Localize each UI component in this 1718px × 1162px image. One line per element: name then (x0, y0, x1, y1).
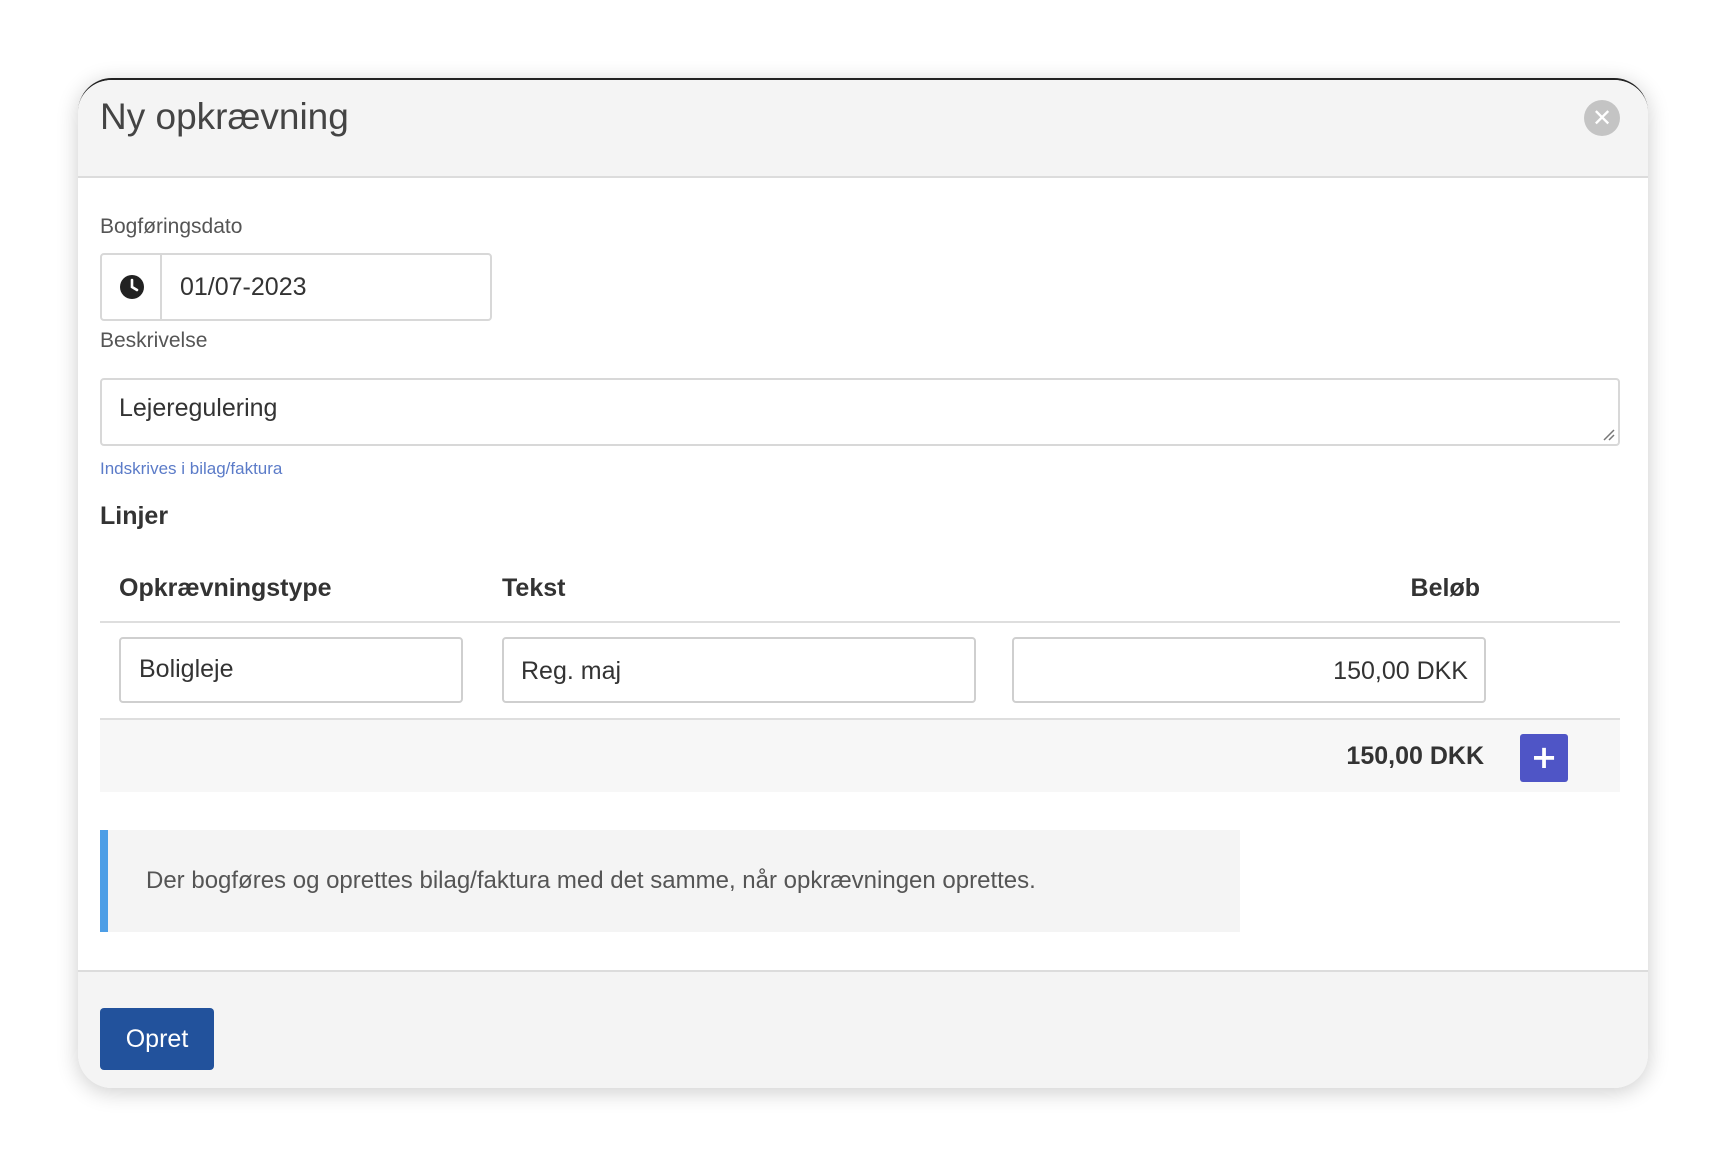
clock-icon (120, 275, 144, 299)
column-header-amount: Beløb (1410, 574, 1480, 602)
description-value: Lejeregulering (119, 394, 278, 422)
charge-type-value: Boligleje (139, 655, 234, 683)
lines-heading: Linjer (100, 502, 169, 530)
amount-value: 150,00 DKK (1333, 657, 1468, 685)
charge-type-select[interactable]: Boligleje (119, 637, 463, 703)
date-value: 01/07-2023 (180, 273, 307, 301)
dialog-header: Ny opkrævning ✕ (78, 80, 1648, 178)
info-callout: Der bogføres og oprettes bilag/faktura m… (100, 830, 1240, 932)
add-line-button[interactable]: + (1520, 734, 1568, 782)
posting-date-field[interactable]: 01/07-2023 (100, 253, 492, 321)
resize-grip-icon[interactable] (1601, 427, 1615, 441)
line-text-input[interactable]: Reg. maj (502, 637, 976, 703)
description-textarea[interactable]: Lejeregulering (100, 378, 1620, 446)
info-message: Der bogføres og oprettes bilag/faktura m… (146, 867, 1036, 894)
total-amount: 150,00 DKK (1346, 742, 1484, 770)
column-header-text: Tekst (502, 574, 566, 602)
date-addon (102, 255, 162, 319)
column-header-type: Opkrævningstype (119, 574, 332, 602)
header-divider (100, 621, 1620, 623)
line-text-value: Reg. maj (521, 657, 622, 685)
date-label: Bogføringsdato (100, 215, 243, 238)
close-icon[interactable]: ✕ (1584, 100, 1620, 136)
new-charge-dialog: Ny opkrævning ✕ Bogføringsdato 01/07-202… (78, 78, 1648, 1088)
create-button[interactable]: Opret (100, 1008, 214, 1070)
description-help: Indskrives i bilag/faktura (100, 459, 283, 478)
total-row: 150,00 DKK + (100, 720, 1620, 792)
dialog-title: Ny opkrævning (100, 96, 349, 137)
description-label: Beskrivelse (100, 329, 208, 352)
dialog-footer: Opret (78, 970, 1648, 1088)
amount-input[interactable]: 150,00 DKK (1012, 637, 1486, 703)
